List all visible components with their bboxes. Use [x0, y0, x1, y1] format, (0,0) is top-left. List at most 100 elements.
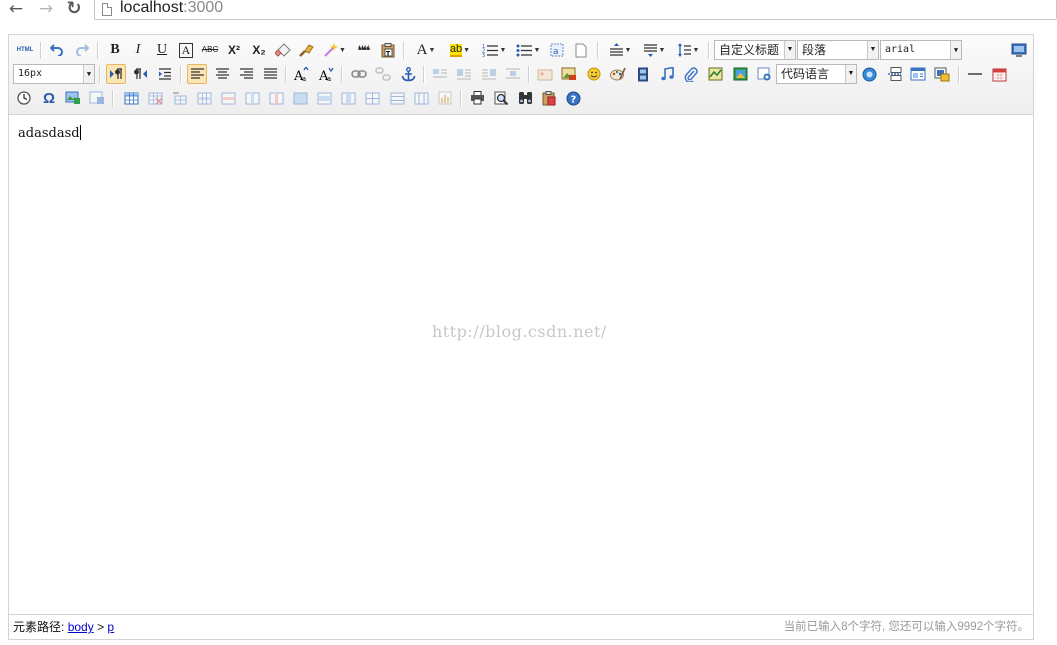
split-rows-icon: [390, 92, 404, 104]
insertorderedlist-button[interactable]: 1 2 3 ▼: [479, 40, 509, 60]
anchor-button[interactable]: [398, 64, 418, 84]
fontsize-select[interactable]: 16px ▼: [13, 64, 95, 84]
fontfamily-select[interactable]: arial ▼: [880, 40, 962, 60]
music-button[interactable]: [657, 64, 677, 84]
justifycenter-button[interactable]: [212, 64, 232, 84]
imageright-button[interactable]: [479, 64, 499, 84]
insertparagraphbeforetable-button[interactable]: [169, 88, 189, 108]
superscript-button[interactable]: X²: [224, 40, 244, 60]
background-button[interactable]: [932, 64, 952, 84]
watermark: http://blog.csdn.net/: [432, 322, 607, 341]
mergedown-button[interactable]: [338, 88, 358, 108]
autotypeset-button[interactable]: ▼: [321, 40, 349, 60]
imagecenter-button[interactable]: [503, 64, 523, 84]
mergecells-button[interactable]: [290, 88, 310, 108]
simpleupload-button[interactable]: [535, 64, 555, 84]
insertrow-button[interactable]: [194, 88, 214, 108]
touppercase-button[interactable]: Aa: [291, 64, 311, 84]
imagenone-button[interactable]: [430, 64, 450, 84]
address-bar[interactable]: localhost:3000: [94, 0, 1057, 20]
word-count: 当前已输入8个字符, 您还可以输入9992个字符。: [783, 621, 1029, 633]
template-button[interactable]: [908, 64, 928, 84]
subscript-button[interactable]: X₂: [249, 40, 269, 60]
deleterow-button[interactable]: [218, 88, 238, 108]
fontborder-button[interactable]: A: [176, 40, 196, 60]
rowspacingtop-button[interactable]: ▼: [605, 40, 635, 60]
lineheight-button[interactable]: ▼: [673, 40, 703, 60]
scrawl-button[interactable]: [608, 64, 628, 84]
help-button[interactable]: ?: [563, 88, 583, 108]
drafts-button[interactable]: [539, 88, 559, 108]
cleardoc-button[interactable]: [571, 40, 591, 60]
undo-button[interactable]: [47, 40, 67, 60]
horizontal-button[interactable]: [965, 64, 985, 84]
bold-button[interactable]: B: [105, 40, 125, 60]
justifyleft-button[interactable]: [187, 64, 207, 84]
formatmatch-button[interactable]: [297, 40, 317, 60]
path-body-link[interactable]: body: [68, 620, 94, 634]
removeformat-button[interactable]: [273, 40, 293, 60]
tolowercase-button[interactable]: Aa: [316, 64, 336, 84]
print-button[interactable]: [467, 88, 487, 108]
insertimage-button[interactable]: [559, 64, 579, 84]
strikethrough-button[interactable]: ABC: [200, 40, 220, 60]
attachment-button[interactable]: [681, 64, 701, 84]
map-button[interactable]: [705, 64, 725, 84]
back-button[interactable]: ←: [6, 0, 26, 18]
forecolor-button[interactable]: A ▼: [411, 40, 441, 60]
splittorows-button[interactable]: [387, 88, 407, 108]
code-language-value: 代码语言: [781, 67, 830, 81]
reload-button[interactable]: ↻: [64, 0, 84, 18]
path-p-link[interactable]: p: [107, 620, 114, 634]
customstyle-select[interactable]: 自定义标题 ▼: [714, 40, 796, 60]
webapp-button[interactable]: [859, 64, 879, 84]
editor-content[interactable]: adasdasd http://blog.csdn.net/: [9, 115, 1033, 615]
directionalityrtl-button[interactable]: [131, 64, 151, 84]
insertcode-button[interactable]: [87, 88, 107, 108]
blockquote-button[interactable]: ❝❝: [353, 40, 373, 60]
emotion-button[interactable]: [584, 64, 604, 84]
wordimage-button[interactable]: [63, 88, 83, 108]
splittocells-button[interactable]: [362, 88, 382, 108]
charts-button[interactable]: [435, 88, 455, 108]
underline-button[interactable]: U: [152, 40, 172, 60]
toolbar-row-2: 16px ▼ A a A a 代码语言 ▼: [9, 63, 1033, 87]
pagebreak-button[interactable]: [884, 64, 904, 84]
indent-button[interactable]: [155, 64, 175, 84]
source-html-button[interactable]: HTML: [13, 40, 37, 60]
italic-button[interactable]: I: [128, 40, 148, 60]
pasteplain-button[interactable]: T: [378, 40, 398, 60]
content-paragraph[interactable]: adasdasd: [18, 125, 81, 141]
deletetable-button[interactable]: [145, 88, 165, 108]
preview-button[interactable]: [491, 88, 511, 108]
unlink-button[interactable]: [373, 64, 393, 84]
mergeright-button[interactable]: [314, 88, 334, 108]
redo-button[interactable]: [72, 40, 92, 60]
date-button[interactable]: [989, 64, 1009, 84]
deletecol-button[interactable]: [266, 88, 286, 108]
preview-icon: [494, 91, 508, 105]
code-language-select[interactable]: 代码语言 ▼: [776, 64, 857, 84]
paragraph-select[interactable]: 段落 ▼: [797, 40, 879, 60]
insertcol-button[interactable]: [242, 88, 262, 108]
imageleft-button[interactable]: [454, 64, 474, 84]
rowspacingbottom-button[interactable]: ▼: [639, 40, 669, 60]
gmap-button[interactable]: [730, 64, 750, 84]
forward-button[interactable]: →: [36, 0, 56, 18]
backcolor-button[interactable]: ab ▼: [445, 40, 475, 60]
insertvideo-button[interactable]: [633, 64, 653, 84]
splittocols-button[interactable]: [411, 88, 431, 108]
spechars-button[interactable]: Ω: [39, 88, 59, 108]
link-button[interactable]: [349, 64, 369, 84]
justifyright-button[interactable]: [236, 64, 256, 84]
directionalityltr-button[interactable]: [106, 64, 126, 84]
fullscreen-button[interactable]: [1009, 40, 1029, 60]
selectall-button[interactable]: a: [547, 40, 567, 60]
insertunorderedlist-button[interactable]: ▼: [513, 40, 543, 60]
page-icon: [102, 3, 112, 16]
inserttable-button[interactable]: [121, 88, 141, 108]
searchreplace-button[interactable]: [515, 88, 535, 108]
justifyjustify-button[interactable]: [260, 64, 280, 84]
insertframe-button[interactable]: [754, 64, 774, 84]
time-button[interactable]: [14, 88, 34, 108]
